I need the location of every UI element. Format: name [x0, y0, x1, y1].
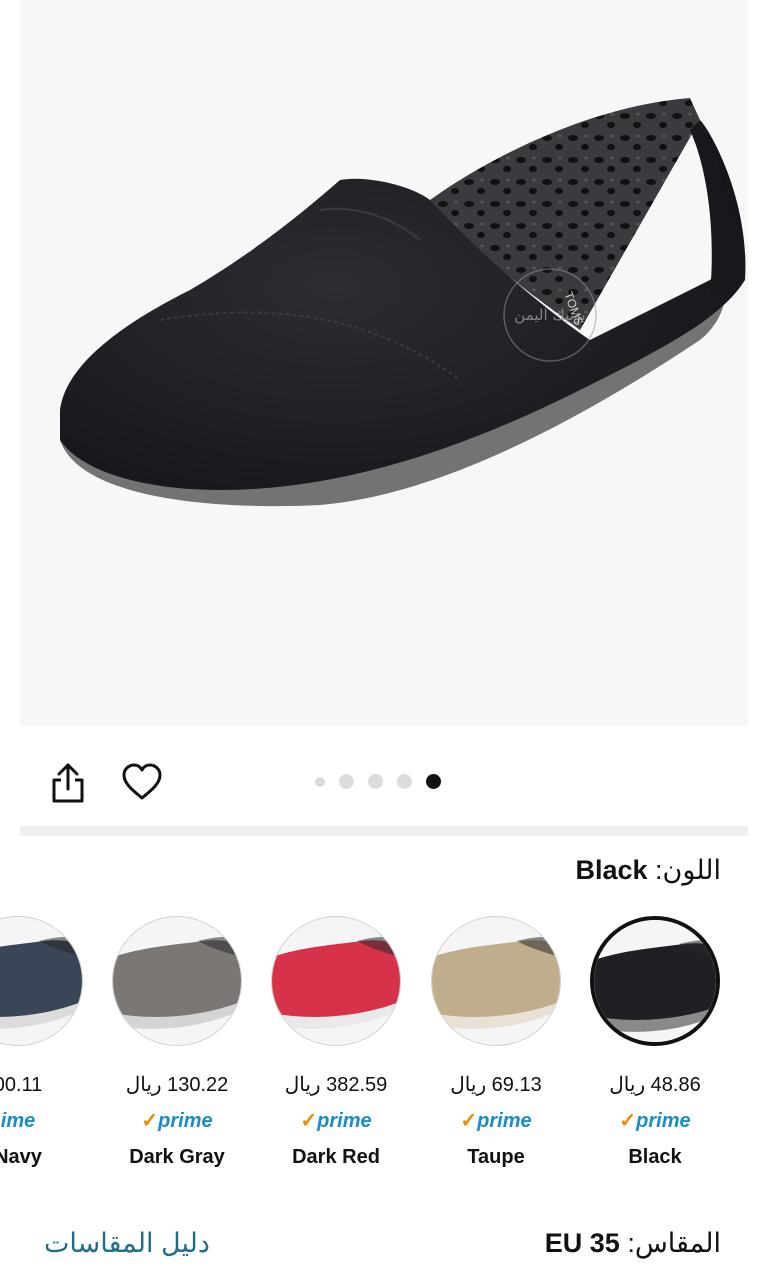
swatch-price: 48.86 ريال: [609, 1074, 701, 1096]
prime-badge: ✓prime: [300, 1110, 372, 1132]
size-label: المقاس:: [627, 1228, 721, 1258]
swatch-thumbnail: [431, 916, 561, 1046]
action-bar: [20, 726, 748, 826]
pagination-dot[interactable]: [368, 774, 383, 789]
swatch-price: 382.59 ريال: [284, 1074, 388, 1096]
swatch-color-name: Taupe: [467, 1146, 525, 1168]
color-swatch[interactable]: 382.59 ريال ✓prime Dark Red: [256, 912, 416, 1170]
share-icon: [52, 763, 84, 803]
selected-size-value: EU 35: [544, 1228, 620, 1258]
prime-badge: ✓prime: [141, 1110, 213, 1132]
swatch-color-name: Navy: [0, 1146, 42, 1168]
wishlist-button[interactable]: [121, 762, 163, 802]
prime-badge: ime: [0, 1110, 36, 1132]
section-divider: [20, 826, 748, 836]
color-swatch[interactable]: 130.22 ريال ✓prime Dark Gray: [97, 912, 257, 1170]
product-page: بوتيك اليمن TOMS اللون: Black 48.86 ريال…: [0, 0, 761, 1280]
pagination-dot[interactable]: [339, 774, 354, 789]
selected-color-name: Black: [575, 855, 648, 885]
size-selection-label: المقاس: EU 35: [545, 1228, 721, 1259]
swatch-thumbnail: [590, 916, 720, 1046]
color-swatch-list: 48.86 ريال ✓prime Black 69.13 ريال ✓prime Tau…: [0, 912, 761, 1182]
swatch-thumbnail: [112, 916, 242, 1046]
color-label: اللون:: [655, 855, 721, 885]
pagination-dot[interactable]: [315, 776, 325, 787]
color-swatch[interactable]: 00.11 ime Navy: [0, 912, 98, 1170]
pagination-dot[interactable]: [426, 774, 441, 789]
swatch-price: 130.22 ريال: [125, 1074, 229, 1096]
swatch-price: 69.13 ريال: [450, 1074, 542, 1096]
swatch-thumbnail: [0, 916, 83, 1046]
swatch-price: 00.11: [0, 1074, 43, 1096]
swatch-color-name: Dark Gray: [129, 1146, 225, 1168]
heart-icon: [122, 763, 162, 800]
image-pagination: [315, 774, 441, 789]
color-swatch[interactable]: 69.13 ريال ✓prime Taupe: [416, 912, 576, 1170]
swatch-color-name: Black: [628, 1146, 682, 1168]
pagination-dot[interactable]: [397, 774, 412, 789]
prime-badge: ✓prime: [619, 1110, 691, 1132]
swatch-color-name: Dark Red: [292, 1146, 380, 1168]
share-button[interactable]: [48, 762, 88, 804]
color-selection-label: اللون: Black: [575, 855, 721, 886]
swatch-thumbnail: [271, 916, 401, 1046]
color-swatch[interactable]: 48.86 ريال ✓prime Black: [575, 912, 735, 1170]
size-guide-link[interactable]: دليل المقاسات: [44, 1228, 210, 1259]
product-image[interactable]: بوتيك اليمن TOMS: [20, 0, 748, 726]
shoe-illustration: بوتيك اليمن TOMS: [60, 98, 746, 507]
prime-badge: ✓prime: [460, 1110, 532, 1132]
